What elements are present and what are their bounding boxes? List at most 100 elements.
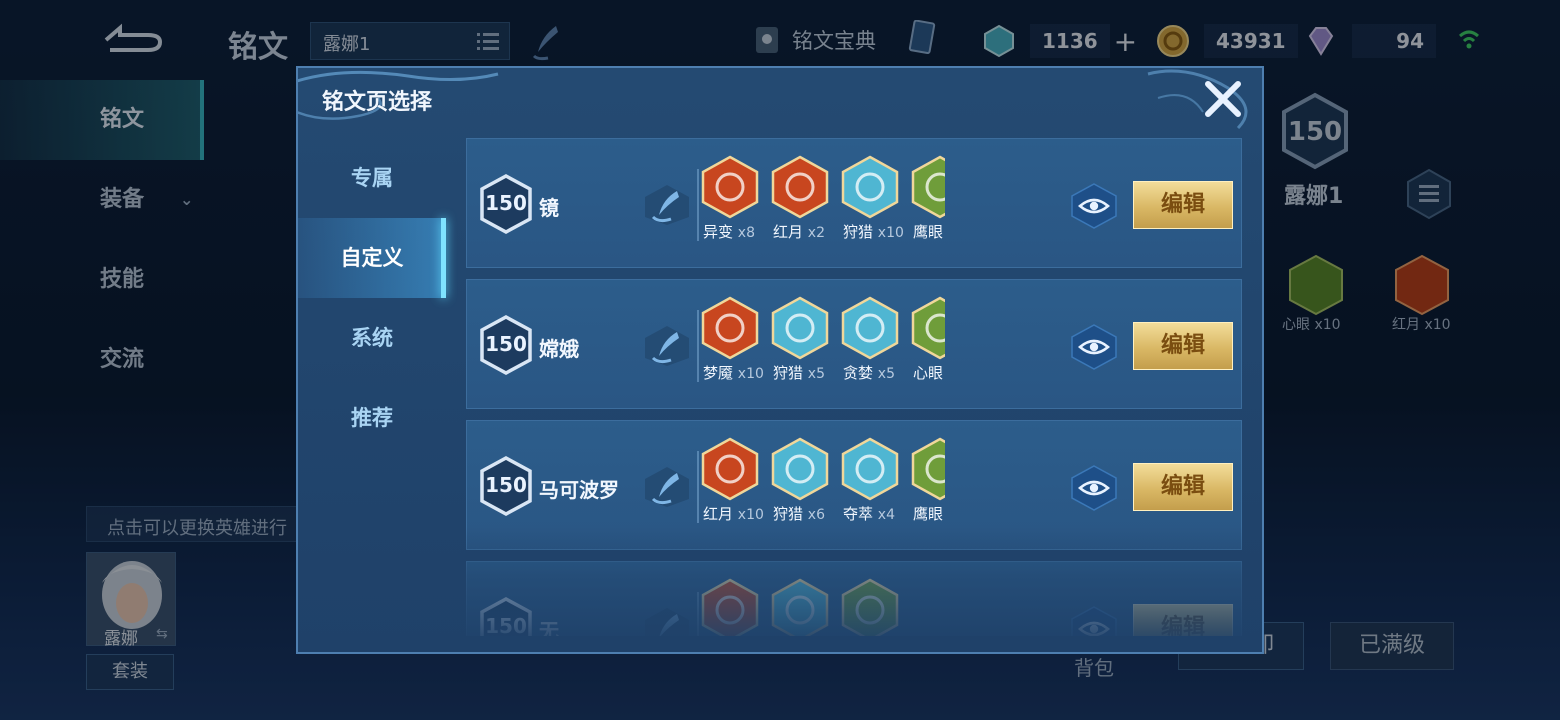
close-icon[interactable] (1202, 78, 1244, 120)
rune-count: x10 (737, 366, 764, 382)
shard-currency[interactable]: 1136 + (982, 22, 1137, 60)
gold-currency: 43931 (1156, 22, 1298, 60)
rune-count: x5 (807, 366, 825, 382)
nav-item-skill[interactable]: 技能 (0, 240, 204, 320)
nav-item-equipment-label: 装备 (100, 187, 145, 212)
rune-icon[interactable] (701, 155, 759, 219)
rune-label: 狩猎 x10 (843, 221, 904, 242)
nav-item-equipment[interactable]: 装备 ⌄ (0, 160, 204, 240)
right-panel-level: 150 (1288, 117, 1342, 147)
right-panel-rune-name: 红月 (1392, 317, 1420, 333)
bag-label[interactable]: 背包 (1074, 652, 1114, 681)
rune-page-row[interactable]: 150 镜 异变 x8 红月 x2 狩猎 x10 鹰眼 编辑 (466, 138, 1242, 268)
nav-item-rune[interactable]: 铭文 (0, 80, 204, 160)
dialog-title: 铭文页选择 (322, 90, 433, 115)
tab-exclusive[interactable]: 专属 (298, 138, 446, 218)
rune-page-select-dialog: 铭文页选择 专属 自定义 系统 推荐 150 镜 异变 x8 红月 x2 狩猎 x1… (296, 66, 1264, 654)
rune-page-row[interactable]: 150 嫦娥 梦魇 x10 狩猎 x5 贪婪 x5 心眼 编辑 (466, 279, 1242, 409)
diamond-amount: 94 (1352, 24, 1436, 58)
rune-icon[interactable] (701, 578, 759, 636)
rune-label: 鹰眼 (913, 221, 943, 242)
menu-icon[interactable] (1406, 168, 1452, 220)
rune-icon[interactable] (771, 155, 829, 219)
quill-icon[interactable] (643, 183, 691, 227)
back-arrow-icon[interactable] (100, 22, 164, 54)
rune-label: 红月 x2 (773, 221, 825, 242)
right-panel-rune-red-moon-icon[interactable] (1394, 254, 1450, 316)
shard-icon (984, 24, 1014, 58)
right-panel-page-name: 露娜1 (1284, 184, 1344, 209)
tab-system[interactable]: 系统 (298, 298, 446, 378)
eye-icon[interactable] (1071, 183, 1117, 229)
eye-icon[interactable] (1071, 465, 1117, 511)
rune-icon[interactable] (841, 155, 899, 219)
rune-label: 夺萃 x4 (843, 503, 895, 524)
list-icon (477, 33, 499, 50)
rune-icon[interactable] (841, 437, 899, 501)
edit-button[interactable]: 编辑 (1133, 181, 1233, 229)
edit-button[interactable]: 编辑 (1133, 604, 1233, 636)
tab-custom[interactable]: 自定义 (298, 218, 446, 298)
tab-recommended[interactable]: 推荐 (298, 378, 446, 458)
rune-icon[interactable] (841, 296, 899, 360)
edit-button[interactable]: 编辑 (1133, 463, 1233, 511)
add-shards-plus-icon[interactable]: + (1114, 25, 1137, 58)
rune-page-selector[interactable]: 露娜1 (310, 22, 510, 60)
rune-name: 夺萃 (843, 505, 874, 523)
rune-icon[interactable] (841, 578, 899, 636)
rune-icon[interactable] (911, 155, 945, 219)
eye-icon[interactable] (1071, 324, 1117, 370)
rune-count: x10 (877, 225, 904, 241)
rune-name: 鹰眼 (913, 223, 944, 241)
quill-icon[interactable] (643, 324, 691, 368)
right-panel-rune-heart-eye-icon[interactable] (1288, 254, 1344, 316)
hero-switch-hint-text: 点击可以更换英雄进行 (107, 518, 287, 539)
rune-summary: 异变 x8 红月 x2 狩猎 x10 鹰眼 (701, 155, 945, 255)
rune-icon[interactable] (911, 296, 945, 360)
hero-name: 露娜 (104, 629, 138, 649)
rune-name: 鹰眼 (913, 505, 944, 523)
eye-icon[interactable] (1071, 606, 1117, 636)
rune-name: 红月 (773, 223, 804, 241)
rune-name: 狩猎 (773, 505, 804, 523)
rune-page-row[interactable]: 150 马可波罗 红月 x10 狩猎 x6 夺萃 x4 鹰眼 编辑 (466, 420, 1242, 550)
rune-label: 狩猎 x6 (773, 503, 825, 524)
rune-name: 梦魇 (703, 364, 734, 382)
edit-button[interactable]: 编辑 (1133, 322, 1233, 370)
outfit-button[interactable]: 套装 (86, 654, 174, 690)
row-divider (697, 592, 699, 636)
rune-icon[interactable] (771, 437, 829, 501)
swap-icon[interactable]: ⇆ (156, 626, 168, 642)
shard-amount: 1136 (1030, 24, 1110, 58)
row-divider (697, 451, 699, 523)
chevron-down-icon: ⌄ (180, 190, 194, 209)
rune-page-row[interactable]: 150 无 编辑 (466, 561, 1242, 636)
right-panel-rune-label: 心眼 x10 (1282, 314, 1341, 334)
page-type-tabs: 专属 自定义 系统 推荐 (298, 138, 446, 458)
rune-icon[interactable] (771, 296, 829, 360)
page-level: 150 (485, 473, 527, 497)
rune-card-icon[interactable] (908, 20, 938, 54)
right-panel-rune-label: 红月 x10 (1392, 314, 1451, 334)
maxed-button[interactable]: 已满级 (1330, 622, 1454, 670)
row-divider (697, 169, 699, 241)
rune-count: x4 (877, 507, 895, 523)
rune-page-list[interactable]: 150 镜 异变 x8 红月 x2 狩猎 x10 鹰眼 编辑 150 嫦娥 梦魇 x1… (466, 138, 1244, 636)
page-name: 嫦娥 (539, 337, 579, 361)
quill-icon[interactable] (528, 22, 562, 62)
page-name: 镜 (539, 196, 559, 220)
rune-icon[interactable] (701, 296, 759, 360)
rune-icon[interactable] (701, 437, 759, 501)
rune-codex-link[interactable]: 铭文宝典 (752, 20, 876, 60)
right-panel-rune-name: 心眼 (1282, 317, 1310, 333)
rune-icon[interactable] (911, 437, 945, 501)
rune-count: x6 (807, 507, 825, 523)
rune-icon[interactable] (771, 578, 829, 636)
nav-item-exchange[interactable]: 交流 (0, 320, 204, 400)
cloud-ornament (298, 69, 1248, 130)
quill-icon[interactable] (643, 465, 691, 509)
rune-label: 梦魇 x10 (703, 362, 764, 383)
page-name: 马可波罗 (539, 478, 619, 502)
quill-icon[interactable] (643, 606, 691, 636)
rune-label: 异变 x8 (703, 221, 755, 242)
